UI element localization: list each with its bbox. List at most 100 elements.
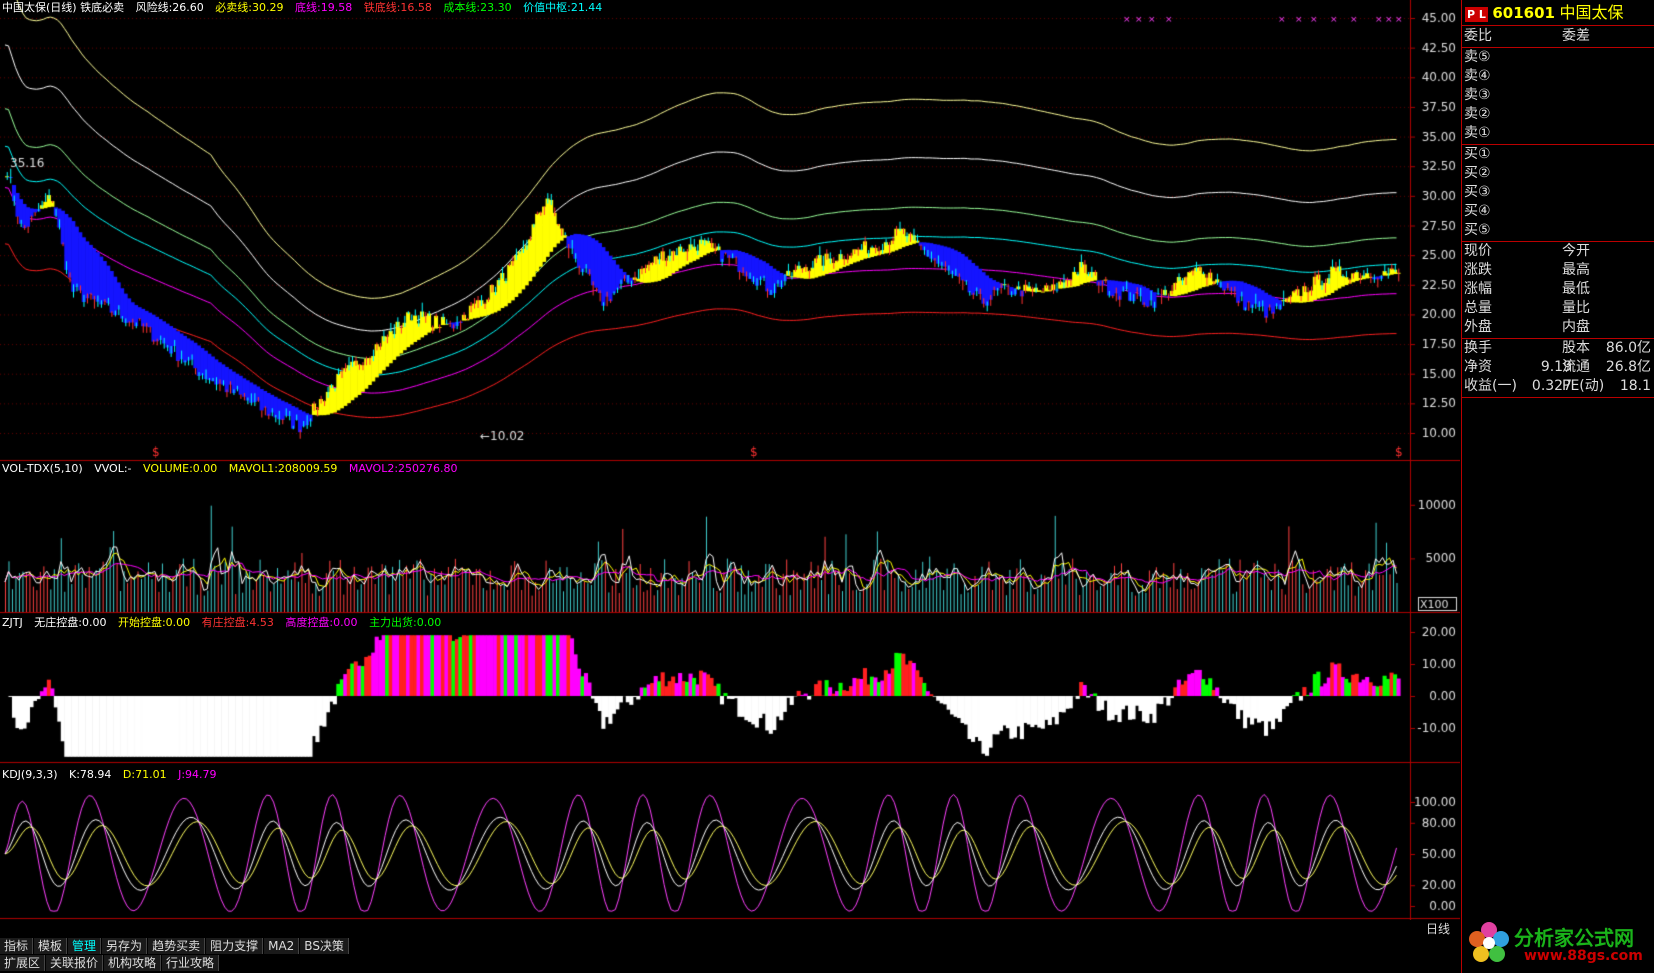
buy-row: 买① — [1464, 145, 1651, 164]
info-value2: 18.1 — [1619, 378, 1651, 394]
info-label2: 流通 — [1562, 359, 1590, 375]
buy-row: 买③ — [1464, 183, 1651, 202]
info-value2: 86.0亿 — [1605, 340, 1651, 356]
vvol-value: VVOL:- — [94, 462, 132, 475]
logo-text: 分析家公式网 — [1514, 926, 1634, 950]
value-center-value: 价值中枢:21.44 — [523, 1, 603, 14]
quote-label: 现价 — [1464, 243, 1492, 259]
stock-code: 601601 — [1492, 4, 1555, 22]
quote-label2: 今开 — [1562, 243, 1590, 259]
info-label2: PE(动) — [1562, 378, 1605, 394]
iron-bottom-value: 铁底线:16.58 — [363, 1, 432, 14]
weibi-label: 委比 — [1464, 28, 1492, 44]
info-value2: 26.8亿 — [1605, 359, 1651, 375]
sell-label: 卖② — [1464, 106, 1491, 122]
quote-row: 总量 量比 — [1464, 299, 1651, 318]
main-chart-header: 中国太保(日线) 铁底必卖 风险线:26.60 必卖线:30.29 底线:19.… — [2, 1, 610, 15]
tab-2[interactable]: 关联报价 — [46, 955, 104, 971]
site-logo: 分析家公式网 www.88gs.com — [1466, 920, 1652, 970]
quote-label: 总量 — [1464, 300, 1492, 316]
tab-2[interactable]: 模板 — [34, 938, 68, 954]
info-label: 换手 — [1464, 340, 1492, 356]
sell-label: 卖⑤ — [1464, 49, 1491, 65]
mavol2-value: MAVOL2:250276.80 — [348, 462, 458, 475]
cost-line-value: 成本线:23.30 — [443, 1, 512, 14]
info-label: 收益(一) — [1464, 378, 1517, 394]
quote-label: 涨幅 — [1464, 281, 1492, 297]
buy-label: 买① — [1464, 146, 1491, 162]
k-value: K:78.94 — [69, 768, 112, 781]
quote-label2: 量比 — [1562, 300, 1590, 316]
vol-indicator-name: VOL-TDX(5,10) — [2, 462, 83, 475]
start-control-value: 开始控盘:0.00 — [117, 616, 191, 629]
quote-label: 涨跌 — [1464, 262, 1492, 278]
has-control-value: 有庄控盘:4.53 — [201, 616, 274, 629]
tab-7[interactable]: MA2 — [264, 938, 300, 954]
must-sell-value: 必卖线:30.29 — [215, 1, 284, 14]
sell-label: 卖③ — [1464, 87, 1491, 103]
tab-3[interactable]: 机构攻略 — [104, 955, 162, 971]
extension-tabs: 扩展区 关联报价 机构攻略 行业攻略 — [0, 955, 220, 971]
tab-8[interactable]: BS决策 — [300, 938, 349, 954]
vol-header: VOL-TDX(5,10) VVOL:- VOLUME:0.00 MAVOL1:… — [2, 462, 466, 476]
pl-badge: P L — [1465, 7, 1488, 22]
risk-line-value: 风险线:26.60 — [135, 1, 204, 14]
sell-label: 卖① — [1464, 125, 1491, 141]
mavol1-value: MAVOL1:208009.59 — [228, 462, 338, 475]
no-control-value: 无庄控盘:0.00 — [34, 616, 107, 629]
period-label[interactable]: 日线 — [1426, 920, 1450, 937]
quote-panel: P L 601601 中国太保 委比 委差 卖⑤ 卖④ 卖③ 卖② 卖① 买① 买② 买③ 买… — [1461, 0, 1654, 973]
quote-label2: 内盘 — [1562, 319, 1590, 335]
tab-4[interactable]: 行业攻略 — [162, 955, 220, 971]
d-value: D:71.01 — [122, 768, 167, 781]
weibi-row: 委比 委差 — [1464, 27, 1651, 46]
kdj-header: KDJ(9,3,3) K:78.94 D:71.01 J:94.79 — [2, 768, 225, 782]
sell-row: 卖④ — [1464, 67, 1651, 86]
bottom-line-value: 底线:19.58 — [295, 1, 353, 14]
buy-label: 买④ — [1464, 203, 1491, 219]
buy-label: 买② — [1464, 165, 1491, 181]
chart-canvas[interactable] — [0, 0, 1460, 920]
sell-row: 卖⑤ — [1464, 48, 1651, 67]
stock-name: 中国太保 — [1559, 3, 1624, 22]
sell-row: 卖② — [1464, 105, 1651, 124]
volume-value: VOLUME:0.00 — [143, 462, 218, 475]
quote-label: 外盘 — [1464, 319, 1492, 335]
info-row: 净资 9.19 流通 26.8亿 — [1464, 358, 1651, 377]
sell-row: 卖① — [1464, 124, 1651, 143]
quote-label2: 最高 — [1562, 262, 1590, 278]
tab-3[interactable]: 管理 — [68, 938, 102, 954]
sell-label: 卖④ — [1464, 68, 1491, 84]
logo-url: www.88gs.com — [1524, 948, 1643, 964]
zjtj-header: ZJTJ 无庄控盘:0.00 开始控盘:0.00 有庄控盘:4.53 高度控盘:… — [2, 616, 449, 630]
tab-1[interactable]: 指标 — [0, 938, 34, 954]
weicha-label: 委差 — [1562, 28, 1590, 44]
stock-title: P L 601601 中国太保 — [1465, 3, 1623, 23]
info-row: 换手 股本 86.0亿 — [1464, 339, 1651, 358]
kdj-name: KDJ(9,3,3) — [2, 768, 58, 781]
quote-row: 现价 今开 — [1464, 242, 1651, 261]
buy-row: 买⑤ — [1464, 221, 1651, 240]
buy-row: 买④ — [1464, 202, 1651, 221]
tab-4[interactable]: 另存为 — [102, 938, 148, 954]
sell-row: 卖③ — [1464, 86, 1651, 105]
tab-6[interactable]: 阻力支撑 — [206, 938, 264, 954]
info-label: 净资 — [1464, 359, 1492, 375]
quote-row: 外盘 内盘 — [1464, 318, 1651, 337]
zjtj-name: ZJTJ — [2, 616, 23, 629]
high-control-value: 高度控盘:0.00 — [285, 616, 358, 629]
main-exit-value: 主力出货:0.00 — [369, 616, 442, 629]
quote-label2: 最低 — [1562, 281, 1590, 297]
buy-row: 买② — [1464, 164, 1651, 183]
tab-5[interactable]: 趋势买卖 — [148, 938, 206, 954]
tab-1[interactable]: 扩展区 — [0, 955, 46, 971]
template-tabs: 指标 模板 管理 另存为 趋势买卖 阻力支撑 MA2 BS决策 — [0, 938, 350, 954]
buy-label: 买③ — [1464, 184, 1491, 200]
flower-logo-icon — [1469, 922, 1509, 962]
j-value: J:94.79 — [178, 768, 217, 781]
quote-row: 涨幅 最低 — [1464, 280, 1651, 299]
quote-row: 涨跌 最高 — [1464, 261, 1651, 280]
buy-label: 买⑤ — [1464, 222, 1491, 238]
info-row: 收益(一) 0.327 PE(动) 18.1 — [1464, 377, 1651, 396]
main-title: 中国太保(日线) 铁底必卖 — [2, 1, 125, 14]
